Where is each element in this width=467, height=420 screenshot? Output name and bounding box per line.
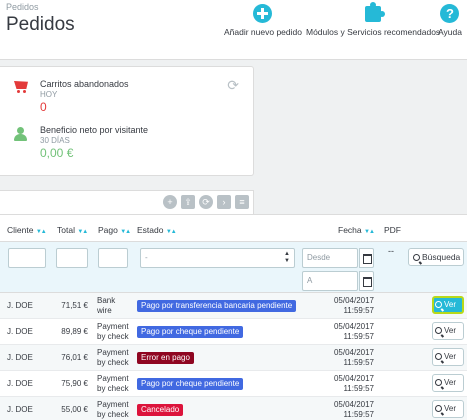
search-icon bbox=[413, 254, 420, 261]
zoom-in-icon bbox=[435, 301, 442, 308]
kpi-title: Beneficio neto por visitante bbox=[40, 125, 149, 135]
total-cell: 71,51 € bbox=[61, 301, 88, 310]
puzzle-icon bbox=[365, 2, 386, 22]
total-cell: 89,89 € bbox=[61, 327, 88, 336]
client-filter-input[interactable] bbox=[8, 248, 46, 268]
add-order-button[interactable]: Añadir nuevo pedido bbox=[224, 4, 302, 37]
zoom-in-icon bbox=[435, 379, 442, 386]
payment-cell: Payment by check bbox=[97, 322, 129, 341]
export-icon[interactable]: ⇪ bbox=[181, 195, 195, 209]
add-icon[interactable]: + bbox=[163, 195, 177, 209]
status-badge: Error en pago bbox=[137, 352, 194, 364]
table-row[interactable]: J. DOE 75,90 € Payment by check Pago por che… bbox=[0, 371, 467, 397]
add-order-label: Añadir nuevo pedido bbox=[224, 27, 302, 37]
status-badge: Pago por transferencia bancaria pendient… bbox=[137, 300, 297, 312]
payment-cell: Bank wire bbox=[97, 296, 116, 315]
database-icon[interactable]: ≡ bbox=[235, 195, 249, 209]
column-header-status[interactable]: Estado ▼▲ bbox=[137, 225, 177, 235]
column-header-total[interactable]: Total ▼▲ bbox=[57, 225, 88, 235]
table-row[interactable]: J. DOE 71,51 € Bank wire Pago por transferen… bbox=[0, 293, 467, 319]
date-cell: 05/04/2017 11:59:57 bbox=[333, 322, 374, 341]
column-header-payment[interactable]: Pago ▼▲ bbox=[98, 225, 131, 235]
pdf-filter-placeholder: -- bbox=[388, 246, 394, 256]
sql-manager-icon[interactable]: › bbox=[217, 195, 231, 209]
orders-panel-header: + ⇪ ⟳ › ≡ bbox=[0, 190, 254, 214]
date-cell: 05/04/2017 11:59:57 bbox=[333, 374, 374, 393]
view-order-button[interactable]: Ver bbox=[432, 322, 464, 340]
calendar-icon[interactable] bbox=[359, 248, 374, 268]
help-label: Ayuda bbox=[438, 27, 462, 37]
view-order-button[interactable]: Ver bbox=[432, 400, 464, 418]
view-order-button[interactable]: Ver bbox=[432, 374, 464, 392]
zoom-in-icon bbox=[435, 327, 442, 334]
refresh-list-icon[interactable]: ⟳ bbox=[199, 195, 213, 209]
page-header: Pedidos Pedidos Añadir nuevo pedido Módu… bbox=[0, 0, 467, 60]
help-icon: ? bbox=[440, 4, 460, 23]
status-badge: Pago por cheque pendiente bbox=[137, 378, 244, 390]
view-order-button[interactable]: Ver bbox=[432, 296, 464, 314]
date-to-input[interactable]: A bbox=[302, 271, 358, 291]
help-button[interactable]: ? Ayuda bbox=[438, 4, 462, 37]
table-row[interactable]: J. DOE 89,89 € Payment by check Pago por che… bbox=[0, 319, 467, 345]
kpi-title: Carritos abandonados bbox=[40, 79, 129, 89]
date-cell: 05/04/2017 11:59:57 bbox=[333, 400, 374, 419]
total-cell: 75,90 € bbox=[61, 379, 88, 388]
payment-cell: Payment by check bbox=[97, 400, 129, 419]
zoom-in-icon bbox=[435, 353, 442, 360]
recommended-modules-label: Módulos y Servicios recomendados bbox=[306, 27, 441, 37]
status-filter-select[interactable]: - ▲ ▼ bbox=[140, 248, 295, 268]
shopping-cart-icon bbox=[14, 81, 28, 93]
refresh-icon[interactable]: ⟳ bbox=[227, 77, 239, 94]
zoom-in-icon bbox=[435, 405, 442, 412]
kpi-card: ⟳ Carritos abandonados HOY 0 Beneficio n… bbox=[0, 66, 254, 176]
orders-table: Cliente ▼▲ Total ▼▲ Pago ▼▲ Estado ▼▲ Fe… bbox=[0, 214, 467, 420]
payment-filter-input[interactable] bbox=[98, 248, 128, 268]
sort-arrows-icon[interactable]: ▼▲ bbox=[36, 229, 47, 235]
sort-arrows-icon[interactable]: ▼▲ bbox=[364, 229, 375, 235]
calendar-icon[interactable] bbox=[359, 271, 374, 291]
sort-arrows-icon[interactable]: ▼▲ bbox=[166, 229, 177, 235]
page-title: Pedidos bbox=[6, 14, 75, 35]
status-badge: Cancelado bbox=[137, 404, 184, 416]
search-button[interactable]: Búsqueda bbox=[408, 248, 464, 266]
kpi-value: 0 bbox=[40, 100, 47, 114]
column-header-date[interactable]: Fecha ▼▲ bbox=[338, 225, 375, 235]
status-badge: Pago por cheque pendiente bbox=[137, 326, 244, 338]
total-cell: 55,00 € bbox=[61, 405, 88, 414]
payment-cell: Payment by check bbox=[97, 348, 129, 367]
date-from-input[interactable]: Desde bbox=[302, 248, 358, 268]
column-header-pdf: PDF bbox=[384, 225, 401, 235]
column-header-client[interactable]: Cliente ▼▲ bbox=[7, 225, 47, 235]
kpi-period: 30 DÍAS bbox=[40, 136, 70, 145]
table-row[interactable]: J. DOE 55,00 € Payment by check Cancelado 05/… bbox=[0, 397, 467, 420]
kpi-value: 0,00 € bbox=[40, 146, 74, 160]
date-cell: 05/04/2017 11:59:57 bbox=[333, 348, 374, 367]
select-arrows-icon: ▲ ▼ bbox=[284, 251, 290, 264]
sort-arrows-icon[interactable]: ▼▲ bbox=[120, 229, 131, 235]
total-filter-input[interactable] bbox=[56, 248, 88, 268]
breadcrumb[interactable]: Pedidos bbox=[6, 2, 39, 12]
filter-row: - ▲ ▼ Desde A -- Búsqueda bbox=[0, 241, 467, 293]
recommended-modules-button[interactable]: Módulos y Servicios recomendados bbox=[306, 2, 441, 37]
table-row[interactable]: J. DOE 76,01 € Payment by check Error en pag… bbox=[0, 345, 467, 371]
view-order-button[interactable]: Ver bbox=[432, 348, 464, 366]
user-icon bbox=[14, 127, 28, 141]
kpi-period: HOY bbox=[40, 90, 58, 99]
sort-arrows-icon[interactable]: ▼▲ bbox=[77, 229, 88, 235]
payment-cell: Payment by check bbox=[97, 374, 129, 393]
total-cell: 76,01 € bbox=[61, 353, 88, 362]
date-cell: 05/04/2017 11:59:57 bbox=[333, 296, 374, 315]
plus-circle-icon bbox=[253, 4, 273, 23]
